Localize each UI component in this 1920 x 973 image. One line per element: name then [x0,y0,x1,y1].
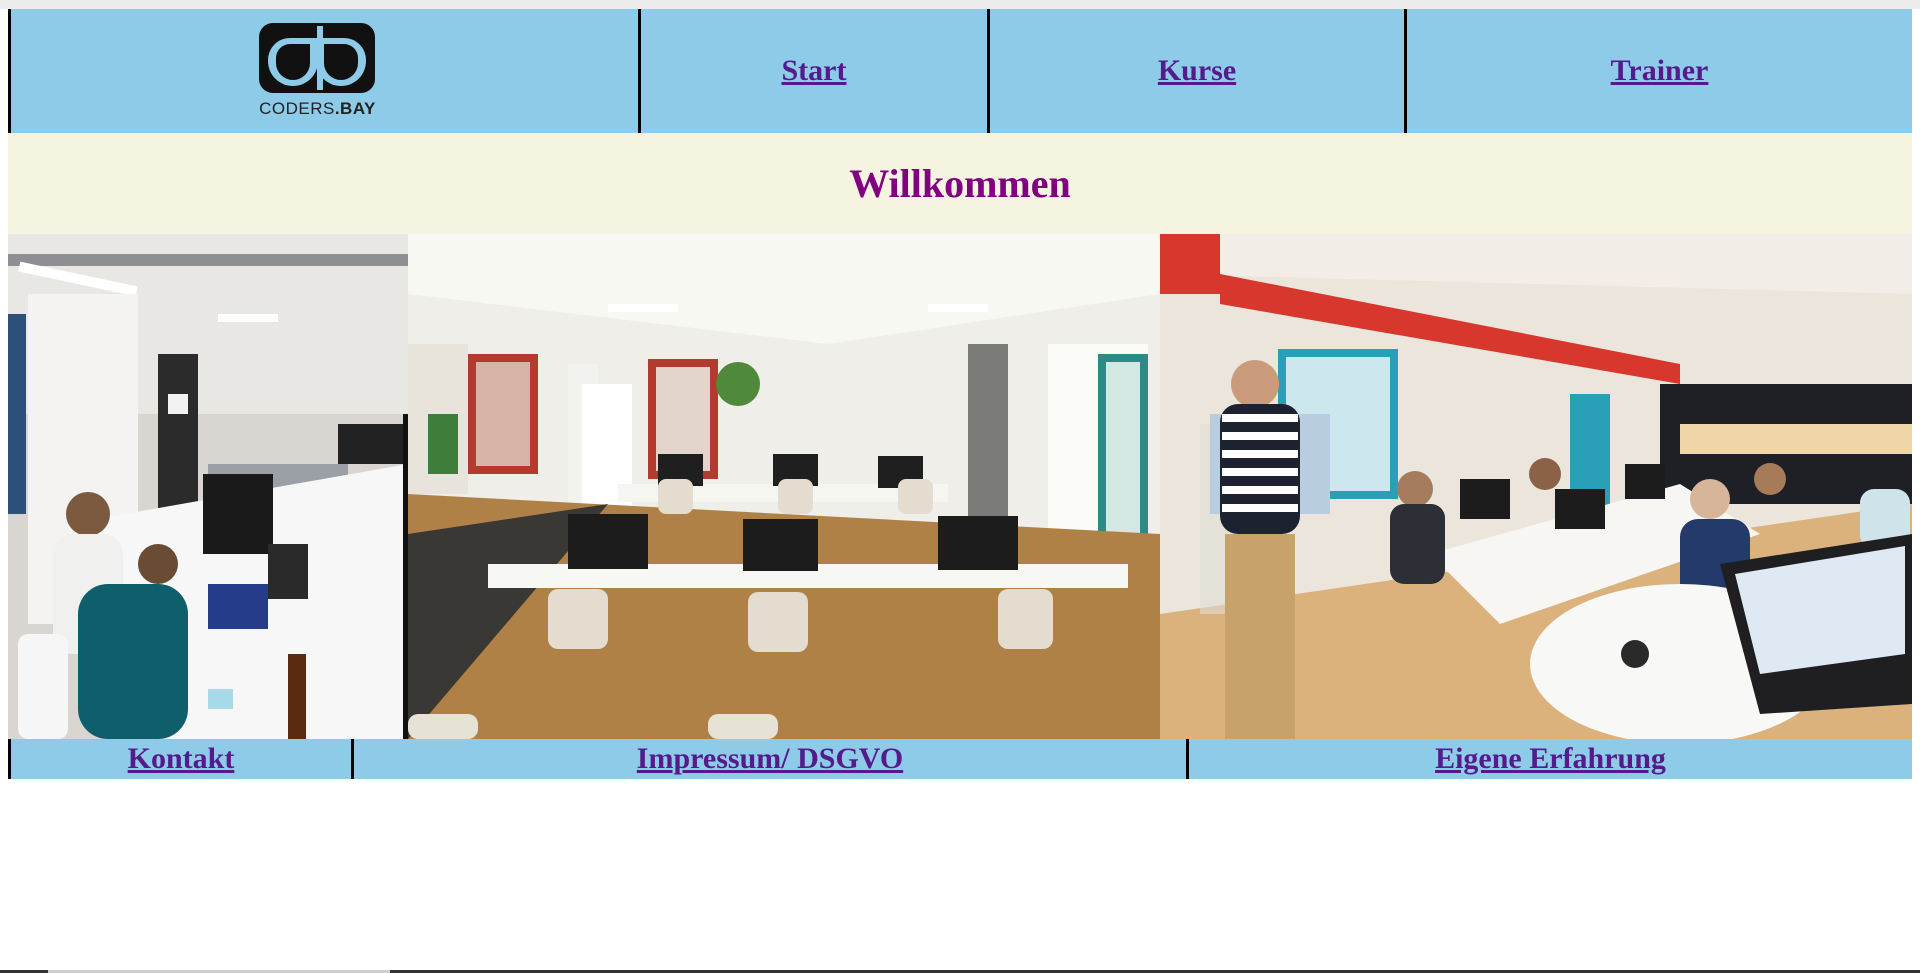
page: CODERS.BAY Start Kurse Trainer Willkomme… [0,0,1920,973]
nav-cell-kurse: Kurse [990,9,1407,133]
nav-cell-trainer: Trainer [1407,9,1912,133]
footer-link-kontakt[interactable]: Kontakt [128,742,235,776]
header-nav: CODERS.BAY Start Kurse Trainer [8,9,1912,133]
photo-gallery [8,234,1912,739]
nav-link-kurse[interactable]: Kurse [1158,54,1236,88]
nav-cell-start: Start [641,9,990,133]
footer-link-eigene-erfahrung[interactable]: Eigene Erfahrung [1435,742,1666,776]
footer-link-impressum[interactable]: Impressum/ DSGVO [637,742,903,776]
photo-classroom-students [8,234,408,739]
footer-nav: Kontakt Impressum/ DSGVO Eigene Erfahrun… [8,739,1912,779]
logo-wordmark: CODERS.BAY [259,99,376,118]
footer-cell-kontakt: Kontakt [11,739,354,779]
browser-top-strip [0,0,1920,9]
coders-bay-logo[interactable]: CODERS.BAY [259,23,376,119]
welcome-heading: Willkommen [849,161,1071,206]
photo-trainer-presenting [1160,234,1912,739]
logo-cell: CODERS.BAY [11,9,641,133]
footer-cell-impressum: Impressum/ DSGVO [354,739,1189,779]
nav-link-trainer[interactable]: Trainer [1611,54,1709,88]
photo-empty-classroom [408,234,1160,739]
coders-bay-logo-icon [259,23,376,93]
nav-link-start[interactable]: Start [782,54,847,88]
footer-cell-erfahrung: Eigene Erfahrung [1189,739,1912,779]
welcome-banner: Willkommen [8,133,1912,234]
